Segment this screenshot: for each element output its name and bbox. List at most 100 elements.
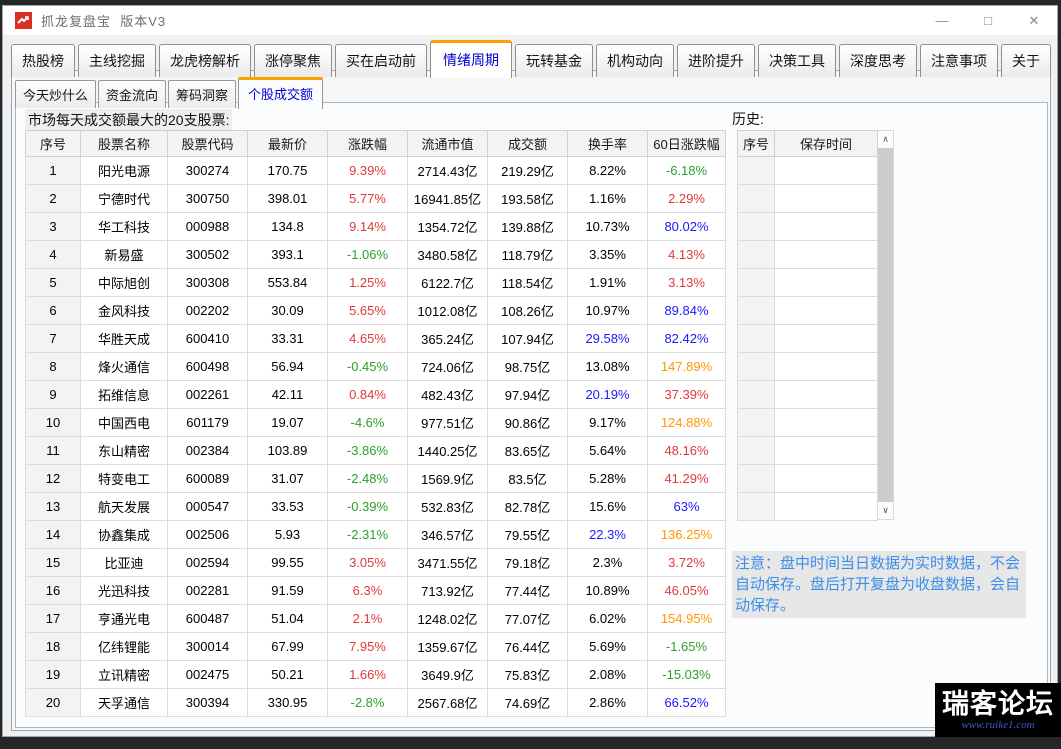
main-tab-5[interactable]: 情绪周期	[430, 40, 512, 78]
sub-tab-1[interactable]: 资金流向	[98, 80, 167, 108]
cell-seq: 12	[25, 464, 81, 493]
cell-change: 2.1%	[327, 604, 408, 633]
cell-name: 立讯精密	[80, 660, 168, 689]
cell-amount: 79.18亿	[487, 548, 568, 577]
cell-float_cap: 1569.9亿	[407, 464, 488, 493]
main-tab-3[interactable]: 涨停聚焦	[254, 44, 332, 77]
main-tab-7[interactable]: 机构动向	[596, 44, 674, 77]
history-column-header: 序号	[737, 130, 775, 157]
scrollbar-thumb[interactable]	[878, 148, 893, 502]
main-tab-10[interactable]: 深度思考	[839, 44, 917, 77]
table-row[interactable]: 14 协鑫集成 002506 5.93 -2.31% 346.57亿 79.55亿 22.3%…	[25, 520, 726, 549]
table-row[interactable]: 2 宁德时代 300750 398.01 5.77% 16941.85亿 193.58亿 1.…	[25, 184, 726, 213]
table-row[interactable]: 19 立讯精密 002475 50.21 1.66% 3649.9亿 75.83亿 2.08%…	[25, 660, 726, 689]
cell-price: 67.99	[247, 632, 328, 661]
table-row[interactable]: 11 东山精密 002384 103.89 -3.86% 1440.25亿 83.65亿 5.…	[25, 436, 726, 465]
history-seq-cell	[737, 212, 775, 241]
cell-code: 000547	[167, 492, 248, 521]
main-tab-2[interactable]: 龙虎榜解析	[159, 44, 251, 77]
main-tab-0[interactable]: 热股榜	[11, 44, 75, 77]
close-button[interactable]: ✕	[1011, 6, 1057, 35]
cell-float_cap: 1354.72亿	[407, 212, 488, 241]
main-tab-6[interactable]: 玩转基金	[515, 44, 593, 77]
history-row[interactable]	[737, 408, 878, 437]
cell-seq: 14	[25, 520, 81, 549]
cell-change: 5.65%	[327, 296, 408, 325]
history-row[interactable]	[737, 240, 878, 269]
main-tab-9[interactable]: 决策工具	[758, 44, 836, 77]
sub-tab-0[interactable]: 今天炒什么	[15, 80, 97, 108]
table-row[interactable]: 15 比亚迪 002594 99.55 3.05% 3471.55亿 79.18亿 2.3% 3…	[25, 548, 726, 577]
history-time-cell	[774, 436, 878, 465]
cell-chg60: 48.16%	[647, 436, 726, 465]
table-row[interactable]: 7 华胜天成 600410 33.31 4.65% 365.24亿 107.94亿 29.58…	[25, 324, 726, 353]
cell-amount: 75.83亿	[487, 660, 568, 689]
table-row[interactable]: 4 新易盛 300502 393.1 -1.06% 3480.58亿 118.79亿 3.35…	[25, 240, 726, 269]
table-row[interactable]: 6 金风科技 002202 30.09 5.65% 1012.08亿 108.26亿 10.9…	[25, 296, 726, 325]
history-row[interactable]	[737, 268, 878, 297]
table-row[interactable]: 10 中国西电 601179 19.07 -4.6% 977.51亿 90.86亿 9.17%…	[25, 408, 726, 437]
table-row[interactable]: 3 华工科技 000988 134.8 9.14% 1354.72亿 139.88亿 10.7…	[25, 212, 726, 241]
table-row[interactable]: 13 航天发展 000547 33.53 -0.39% 532.83亿 82.78亿 15.6…	[25, 492, 726, 521]
main-tab-4[interactable]: 买在启动前	[335, 44, 427, 77]
cell-code: 002475	[167, 660, 248, 689]
table-row[interactable]: 18 亿纬锂能 300014 67.99 7.95% 1359.67亿 76.44亿 5.69…	[25, 632, 726, 661]
history-row[interactable]	[737, 156, 878, 185]
cell-code: 600498	[167, 352, 248, 381]
cell-seq: 13	[25, 492, 81, 521]
minimize-button[interactable]: —	[919, 6, 965, 35]
history-row[interactable]	[737, 436, 878, 465]
cell-name: 亨通光电	[80, 604, 168, 633]
table-row[interactable]: 16 光迅科技 002281 91.59 6.3% 713.92亿 77.44亿 10.89%…	[25, 576, 726, 605]
cell-chg60: 80.02%	[647, 212, 726, 241]
sub-tab-3[interactable]: 个股成交额	[238, 77, 324, 109]
emotion-cycle-tab-page: 今天炒什么 资金流向 筹码洞察 个股成交额 市场每天成交额最大的20支股票: 序号 股票…	[11, 70, 1051, 731]
cell-price: 99.55	[247, 548, 328, 577]
cell-turnover: 22.3%	[567, 520, 648, 549]
history-seq-cell	[737, 352, 775, 381]
history-row[interactable]	[737, 352, 878, 381]
cell-float_cap: 2567.68亿	[407, 688, 488, 717]
maximize-button[interactable]: □	[965, 6, 1011, 35]
cell-chg60: 37.39%	[647, 380, 726, 409]
cell-seq: 10	[25, 408, 81, 437]
table-row[interactable]: 20 天孚通信 300394 330.95 -2.8% 2567.68亿 74.69亿 2.8…	[25, 688, 726, 717]
history-time-cell	[774, 184, 878, 213]
cell-amount: 107.94亿	[487, 324, 568, 353]
main-tab-12[interactable]: 关于	[1001, 44, 1051, 77]
history-row[interactable]	[737, 492, 878, 521]
history-row[interactable]	[737, 184, 878, 213]
scroll-up-icon[interactable]: ∧	[878, 131, 893, 148]
cell-float_cap: 3471.55亿	[407, 548, 488, 577]
history-row[interactable]	[737, 296, 878, 325]
history-time-cell	[774, 296, 878, 325]
cell-price: 134.8	[247, 212, 328, 241]
main-tab-1[interactable]: 主线挖掘	[78, 44, 156, 77]
history-row[interactable]	[737, 380, 878, 409]
sub-tab-2[interactable]: 筹码洞察	[168, 80, 237, 108]
history-seq-cell	[737, 492, 775, 521]
table-row[interactable]: 8 烽火通信 600498 56.94 -0.45% 724.06亿 98.75亿 13.08…	[25, 352, 726, 381]
cell-price: 393.1	[247, 240, 328, 269]
history-row[interactable]	[737, 212, 878, 241]
main-tab-11[interactable]: 注意事项	[920, 44, 998, 77]
scroll-down-icon[interactable]: ∨	[878, 502, 893, 519]
cell-float_cap: 1012.08亿	[407, 296, 488, 325]
history-row[interactable]	[737, 464, 878, 493]
history-table: 序号 保存时间	[737, 130, 878, 521]
cell-chg60: 2.29%	[647, 184, 726, 213]
history-row[interactable]	[737, 324, 878, 353]
cell-seq: 15	[25, 548, 81, 577]
cell-change: 0.84%	[327, 380, 408, 409]
cell-seq: 16	[25, 576, 81, 605]
table-row[interactable]: 9 拓维信息 002261 42.11 0.84% 482.43亿 97.94亿 20.19%…	[25, 380, 726, 409]
cell-code: 300274	[167, 156, 248, 185]
table-row[interactable]: 17 亨通光电 600487 51.04 2.1% 1248.02亿 77.07亿 6.02%…	[25, 604, 726, 633]
main-tab-8[interactable]: 进阶提升	[677, 44, 755, 77]
table-row[interactable]: 1 阳光电源 300274 170.75 9.39% 2714.43亿 219.29亿 8.2…	[25, 156, 726, 185]
history-scrollbar[interactable]: ∧ ∨	[878, 130, 894, 520]
cell-change: 9.39%	[327, 156, 408, 185]
history-seq-cell	[737, 296, 775, 325]
table-row[interactable]: 12 特变电工 600089 31.07 -2.48% 1569.9亿 83.5亿 5.28%…	[25, 464, 726, 493]
table-row[interactable]: 5 中际旭创 300308 553.84 1.25% 6122.7亿 118.54亿 1.91…	[25, 268, 726, 297]
